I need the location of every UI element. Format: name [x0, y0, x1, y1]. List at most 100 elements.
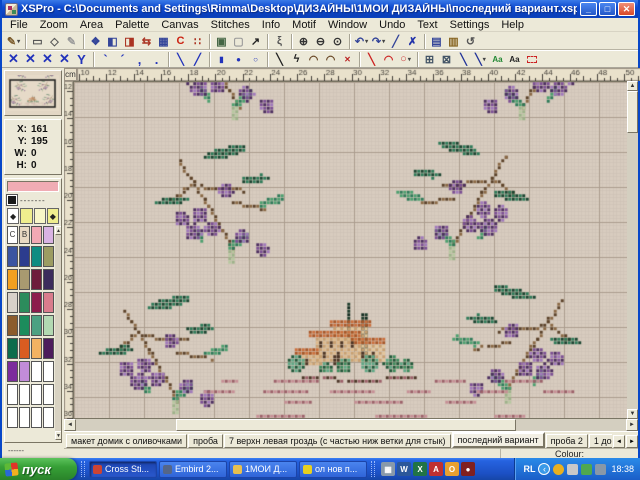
double-cross-stitch[interactable]: ✕ — [56, 51, 73, 67]
tray-icon-4[interactable] — [595, 464, 606, 475]
excel-icon[interactable]: X — [413, 462, 427, 476]
menu-undo[interactable]: Undo — [373, 19, 411, 31]
red-curve-tool[interactable]: ◠ — [380, 51, 397, 67]
current-color-swatch[interactable] — [7, 195, 17, 205]
tab-1[interactable]: макет домик с оливочками — [66, 434, 187, 448]
menu-text[interactable]: Text — [411, 19, 443, 31]
fill-area-tool[interactable]: ▦ — [155, 33, 172, 49]
thread-tool[interactable]: ξ — [271, 33, 288, 49]
palette-swatch[interactable] — [43, 361, 54, 382]
backstitch-tool[interactable]: ╲ — [271, 51, 288, 67]
delete-button[interactable]: ✗ — [404, 33, 421, 49]
palette-swatch[interactable] — [7, 384, 18, 405]
quarter-stitch-br[interactable]: . — [148, 51, 165, 67]
three-quarter-stitch[interactable]: ✕ — [22, 51, 39, 67]
mirror-tool[interactable]: ⇆ — [138, 33, 155, 49]
tab-5[interactable]: проба 2 — [546, 434, 588, 448]
palette-swatch[interactable] — [19, 407, 30, 428]
palette-swatch[interactable] — [31, 384, 42, 405]
motif-library-tool[interactable]: ❖ — [87, 33, 104, 49]
horizontal-scroll-thumb[interactable] — [176, 419, 516, 431]
word-icon[interactable]: W — [397, 462, 411, 476]
scroll-up-button[interactable]: ▲ — [627, 81, 638, 91]
tab-6[interactable]: 1 дом (не весь для стыковки) — [589, 434, 612, 448]
language-indicator[interactable]: RL — [523, 464, 535, 474]
palette-scroll-up[interactable]: ▲ — [55, 226, 62, 235]
zoom-actual-button[interactable]: ⊙ — [329, 33, 346, 49]
calculator-icon[interactable]: ▦ — [381, 462, 395, 476]
palette-swatch[interactable] — [31, 315, 42, 336]
special-swatch-0[interactable]: ◆ — [7, 208, 19, 224]
design-canvas[interactable] — [74, 82, 630, 418]
revert-button[interactable]: ↺ — [462, 33, 479, 49]
pointer-tool[interactable]: ↗ — [247, 33, 264, 49]
select-stitches-tool[interactable] — [523, 51, 540, 67]
palette-swatch[interactable] — [19, 338, 30, 359]
palette-swatch[interactable] — [7, 338, 18, 359]
palette-swatch[interactable] — [7, 246, 18, 267]
taskbar-handle[interactable] — [81, 461, 85, 477]
y-stitch[interactable]: Y — [73, 51, 90, 67]
menu-help[interactable]: Help — [495, 19, 530, 31]
paste-area-tool[interactable]: ◨ — [121, 33, 138, 49]
taskbar-task-2[interactable]: Embird 2... — [159, 461, 227, 478]
tray-icon-2[interactable] — [567, 464, 578, 475]
tray-icon-3[interactable] — [581, 464, 592, 475]
palette-swatch[interactable] — [19, 361, 30, 382]
upright-cross-stitch[interactable]: ✕ — [39, 51, 56, 67]
palette-scroll-track[interactable] — [55, 235, 62, 431]
palette-swatch[interactable] — [31, 269, 42, 290]
palette-swatch[interactable] — [31, 246, 42, 267]
tray-icon-1[interactable] — [553, 464, 564, 475]
menu-area[interactable]: Area — [74, 19, 109, 31]
palette-swatch[interactable] — [43, 384, 54, 405]
taskbar-task-3[interactable]: 1МОИ Д... — [229, 461, 297, 478]
palette-scroll-down[interactable]: ▼ — [55, 431, 62, 440]
quicklaunch-handle[interactable] — [371, 461, 375, 477]
tray-collapse-icon[interactable]: ‹ — [538, 463, 550, 475]
maximize-button[interactable]: □ — [599, 2, 616, 16]
outlook-icon[interactable]: O — [445, 462, 459, 476]
fabric-color-swatch[interactable] — [7, 181, 59, 192]
scroll-left-button[interactable]: ◄ — [64, 419, 76, 431]
special-swatch-1[interactable] — [20, 208, 32, 224]
menu-window[interactable]: Window — [322, 19, 373, 31]
palette-swatch[interactable] — [31, 292, 42, 313]
close-button[interactable]: ✕ — [618, 2, 635, 16]
horizontal-scroll-track[interactable] — [516, 419, 626, 431]
new-page-button[interactable]: ▥ — [445, 33, 462, 49]
palette-swatch[interactable] — [31, 361, 42, 382]
long-bead-tool[interactable]: ▮ — [213, 51, 230, 67]
menu-settings[interactable]: Settings — [444, 19, 496, 31]
acrobat-icon[interactable]: A — [429, 462, 443, 476]
image-import-tool[interactable]: ▣ — [213, 33, 230, 49]
select-rectangle-tool[interactable]: ▭ — [29, 33, 46, 49]
zoom-in-button[interactable]: ⊕ — [295, 33, 312, 49]
palette-swatch[interactable] — [43, 407, 54, 428]
half-stitch-forward[interactable]: ╱ — [189, 51, 206, 67]
menu-motif[interactable]: Motif — [286, 19, 322, 31]
tab-scroll-left[interactable]: ◄ — [613, 435, 625, 448]
line-width-tool[interactable]: ╲ — [472, 51, 489, 67]
zigzag-backstitch-tool[interactable]: ϟ — [288, 51, 305, 67]
palette-swatch[interactable] — [19, 269, 30, 290]
half-stitch-back[interactable]: ╲ — [172, 51, 189, 67]
frame-tool[interactable]: ▢ — [230, 33, 247, 49]
special-swatch-3[interactable]: ◆ — [47, 208, 59, 224]
menu-file[interactable]: File — [4, 19, 34, 31]
pencil-tool[interactable]: ✎ — [5, 33, 22, 49]
pattern-preview[interactable] — [4, 70, 62, 116]
vertical-scroll-track[interactable] — [627, 133, 638, 409]
text-color-tool[interactable]: Aa — [489, 51, 506, 67]
scroll-down-button[interactable]: ▼ — [627, 409, 638, 419]
palette-header-swatch-2[interactable] — [31, 226, 42, 244]
undo-button[interactable]: ↶ — [353, 33, 370, 49]
palette-swatch[interactable] — [43, 269, 54, 290]
scroll-right-button[interactable]: ► — [626, 419, 638, 431]
palette-swatch[interactable] — [7, 269, 18, 290]
start-button[interactable]: пуск — [0, 458, 77, 480]
zoom-out-button[interactable]: ⊖ — [312, 33, 329, 49]
line-style-tool[interactable]: ╲ — [455, 51, 472, 67]
tab-3[interactable]: 7 верхн левая гроздь (с частью ниж ветки… — [224, 434, 451, 448]
palette-header-swatch-1[interactable]: B — [19, 226, 30, 244]
